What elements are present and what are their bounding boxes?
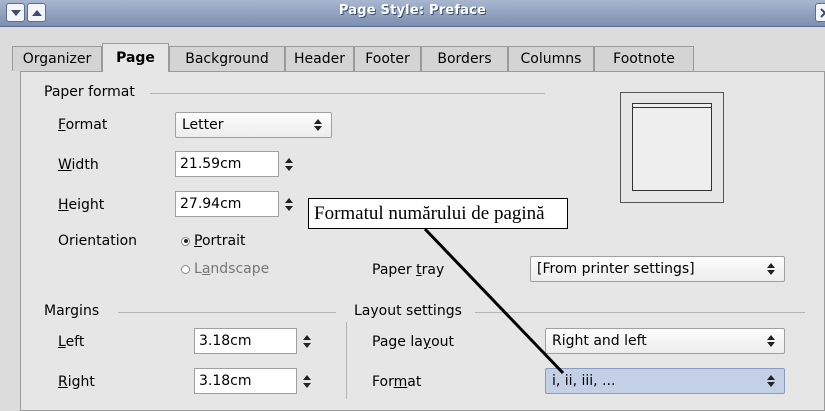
tab-label: Page — [116, 50, 155, 66]
annotation-callout: Formatul numărului de pagină — [308, 198, 568, 229]
tab-page[interactable]: Page — [102, 43, 169, 72]
